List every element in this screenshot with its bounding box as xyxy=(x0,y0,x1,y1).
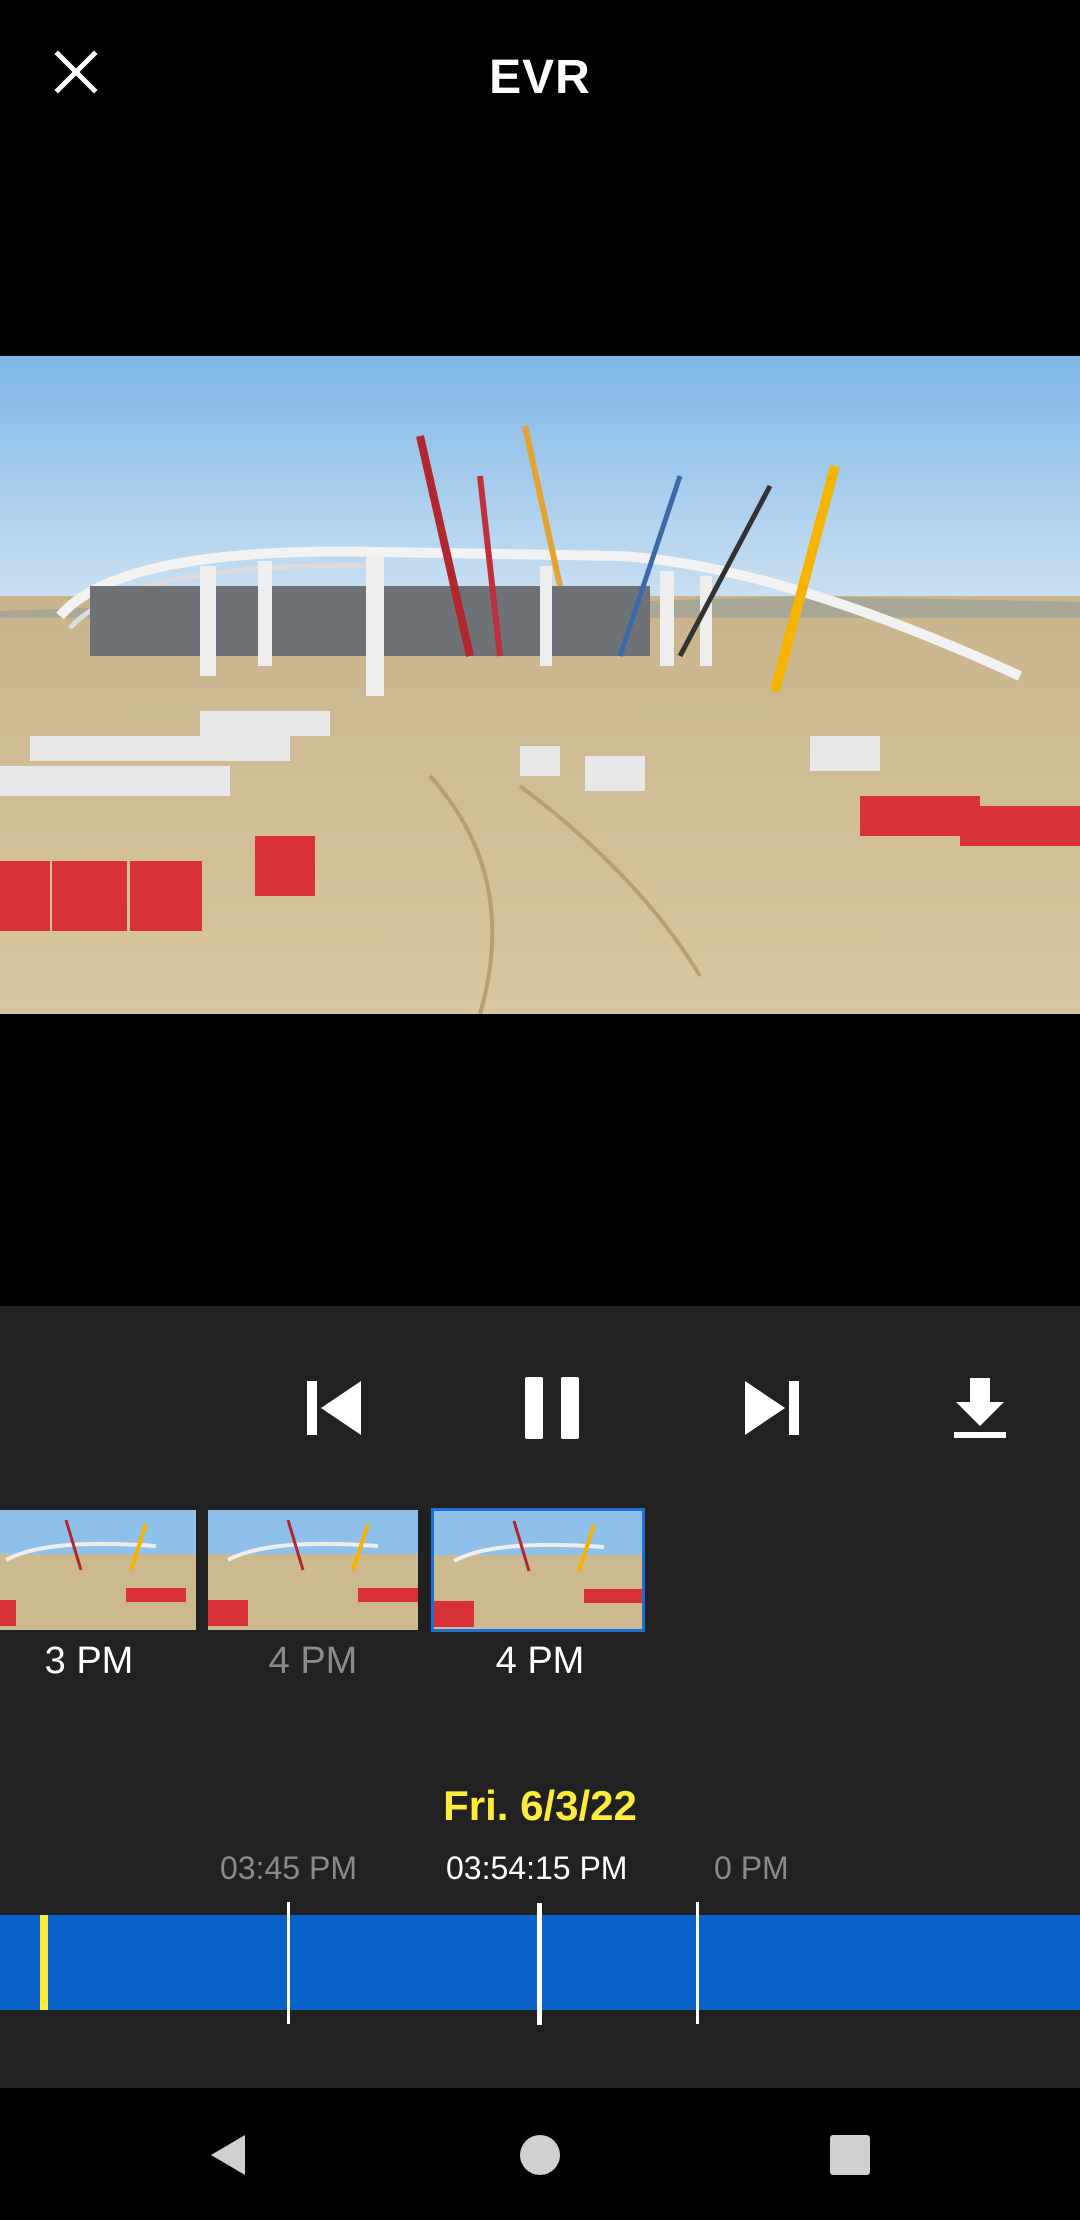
next-button[interactable] xyxy=(722,1358,822,1458)
timeline-tick-label: 03:45 PM xyxy=(220,1850,357,1886)
pause-button[interactable] xyxy=(502,1358,602,1458)
nav-recents-button[interactable] xyxy=(805,2110,895,2200)
pause-icon xyxy=(525,1377,579,1439)
download-icon xyxy=(954,1378,1006,1438)
top-bar: EVR xyxy=(0,0,1080,160)
timeline-marker xyxy=(40,1915,48,2010)
timeline-current-time: 03:54:15 PM xyxy=(446,1850,628,1886)
nav-home-button[interactable] xyxy=(495,2110,585,2200)
page-title: EVR xyxy=(489,51,591,104)
skip-next-icon xyxy=(745,1381,799,1435)
timeline-tick xyxy=(696,1902,699,2024)
nav-back-icon xyxy=(211,2135,245,2175)
nav-home-icon xyxy=(520,2135,560,2175)
download-button[interactable] xyxy=(930,1358,1030,1458)
skip-previous-icon xyxy=(307,1381,361,1435)
thumbnail-item[interactable] xyxy=(206,1508,420,1632)
nav-recents-icon xyxy=(830,2135,870,2175)
timeline-cursor[interactable] xyxy=(537,1903,542,2025)
timeline-tick-label: 0 PM xyxy=(714,1850,789,1886)
thumbnail-label: 4 PM xyxy=(495,1640,585,1682)
nav-back-button[interactable] xyxy=(182,2110,272,2200)
timeline-date: Fri. 6/3/22 xyxy=(443,1782,637,1829)
camera-image[interactable] xyxy=(0,356,1080,1014)
thumbnail-label: 3 PM xyxy=(44,1640,134,1682)
previous-button[interactable] xyxy=(284,1358,384,1458)
thumbnail-label: 4 PM xyxy=(268,1640,358,1682)
thumbnail-item-selected[interactable] xyxy=(431,1508,645,1632)
timeline-tick xyxy=(287,1902,290,2024)
thumbnail-item[interactable] xyxy=(0,1508,198,1632)
